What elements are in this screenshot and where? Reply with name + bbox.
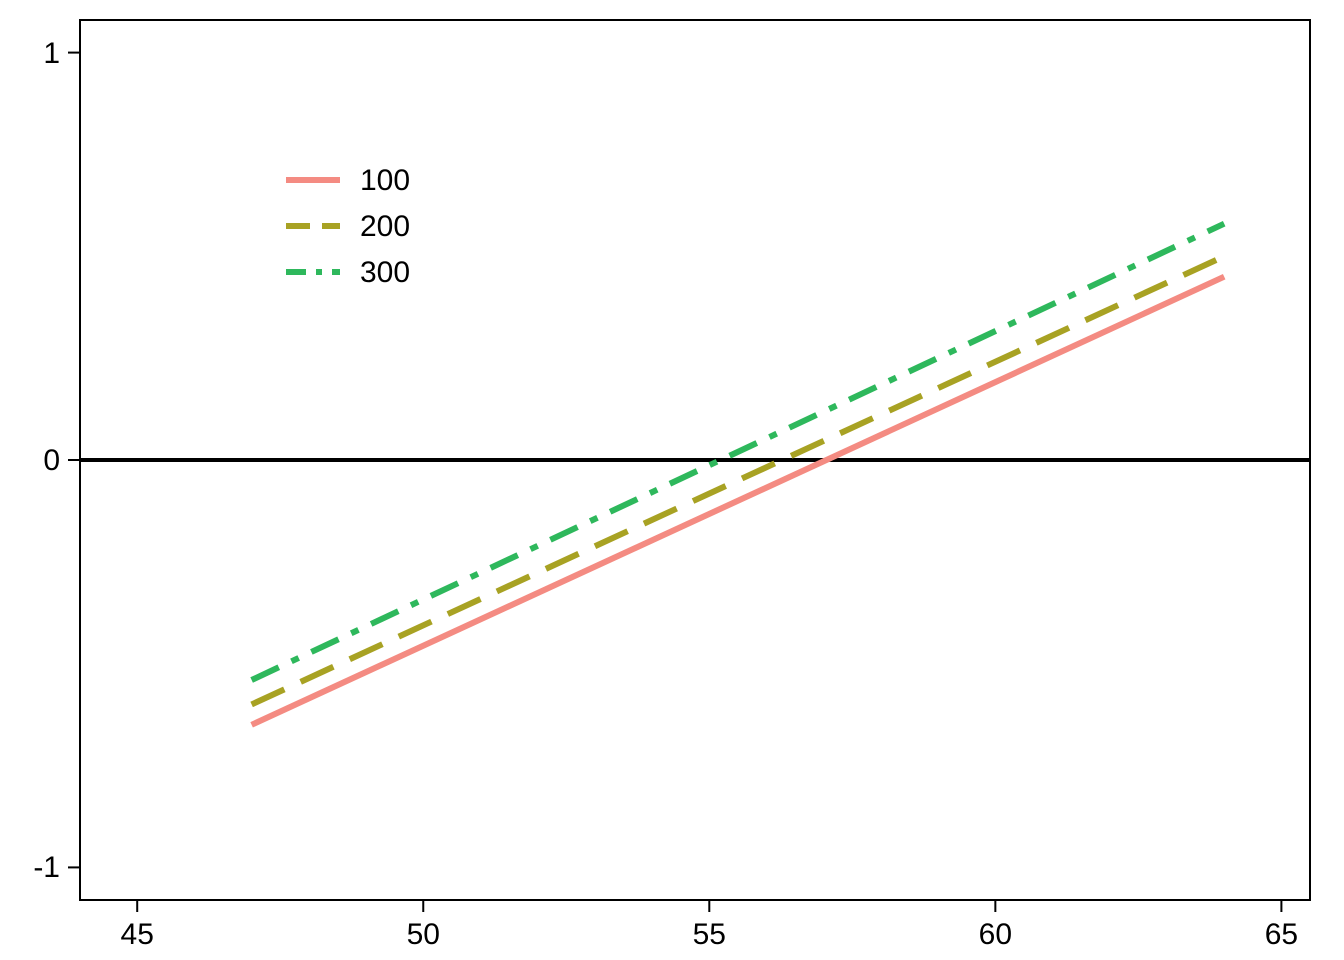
x-tick-label: 60 (979, 918, 1012, 951)
y-tick-label: -1 (33, 851, 60, 884)
legend-label: 200 (360, 210, 410, 243)
legend-label: 100 (360, 164, 410, 197)
x-tick-label: 55 (693, 918, 726, 951)
x-tick-label: 50 (407, 918, 440, 951)
chart-svg: 45 50 55 60 65 -1 0 1 100 (0, 0, 1344, 960)
line-chart: 45 50 55 60 65 -1 0 1 100 (0, 0, 1344, 960)
x-axis-labels: 45 50 55 60 65 (121, 918, 1299, 951)
legend: 100 200 300 (286, 164, 410, 289)
series-line-200 (252, 256, 1225, 704)
x-tick-label: 65 (1265, 918, 1298, 951)
x-tick-label: 45 (121, 918, 154, 951)
y-axis-ticks (68, 53, 80, 868)
x-axis-ticks (137, 900, 1281, 912)
y-tick-label: 1 (43, 37, 60, 70)
y-axis-labels: -1 0 1 (33, 37, 60, 884)
series-line-100 (252, 277, 1225, 725)
series-line-300 (252, 224, 1225, 680)
legend-label: 300 (360, 256, 410, 289)
y-tick-label: 0 (43, 444, 60, 477)
